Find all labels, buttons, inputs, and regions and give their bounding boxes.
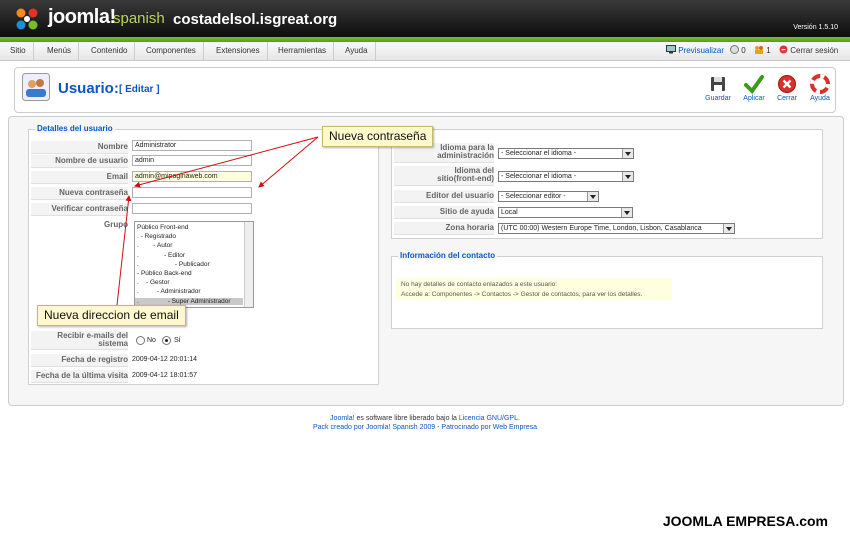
footer-pack-link[interactable]: Pack creado por Joomla! Spanish 2009 (313, 424, 435, 431)
footer-text-2: . (517, 415, 520, 422)
footer-license-link[interactable]: Licencia GNU/GPL (459, 415, 518, 422)
email-callout-arrow (116, 195, 132, 306)
password-callout: Nueva contraseña (322, 126, 434, 147)
footer-sponsor-link[interactable]: Patrocinado por Web Empresa (441, 424, 537, 431)
password-callout-arrow-to-password (134, 136, 319, 188)
footer-joomla-link[interactable]: Joomla! (330, 415, 355, 422)
email-callout: Nueva direccion de email (37, 305, 186, 326)
footer-text-1: es software libre liberado bajo la (354, 415, 459, 422)
annotation-arrows (116, 136, 319, 306)
footer-line-1: Joomla! es software libre liberado bajo … (0, 415, 850, 422)
footer-line-2: Pack creado por Joomla! Spanish 2009 - P… (0, 424, 850, 431)
watermark-text: JOOMLA EMPRESA.com (662, 513, 828, 529)
